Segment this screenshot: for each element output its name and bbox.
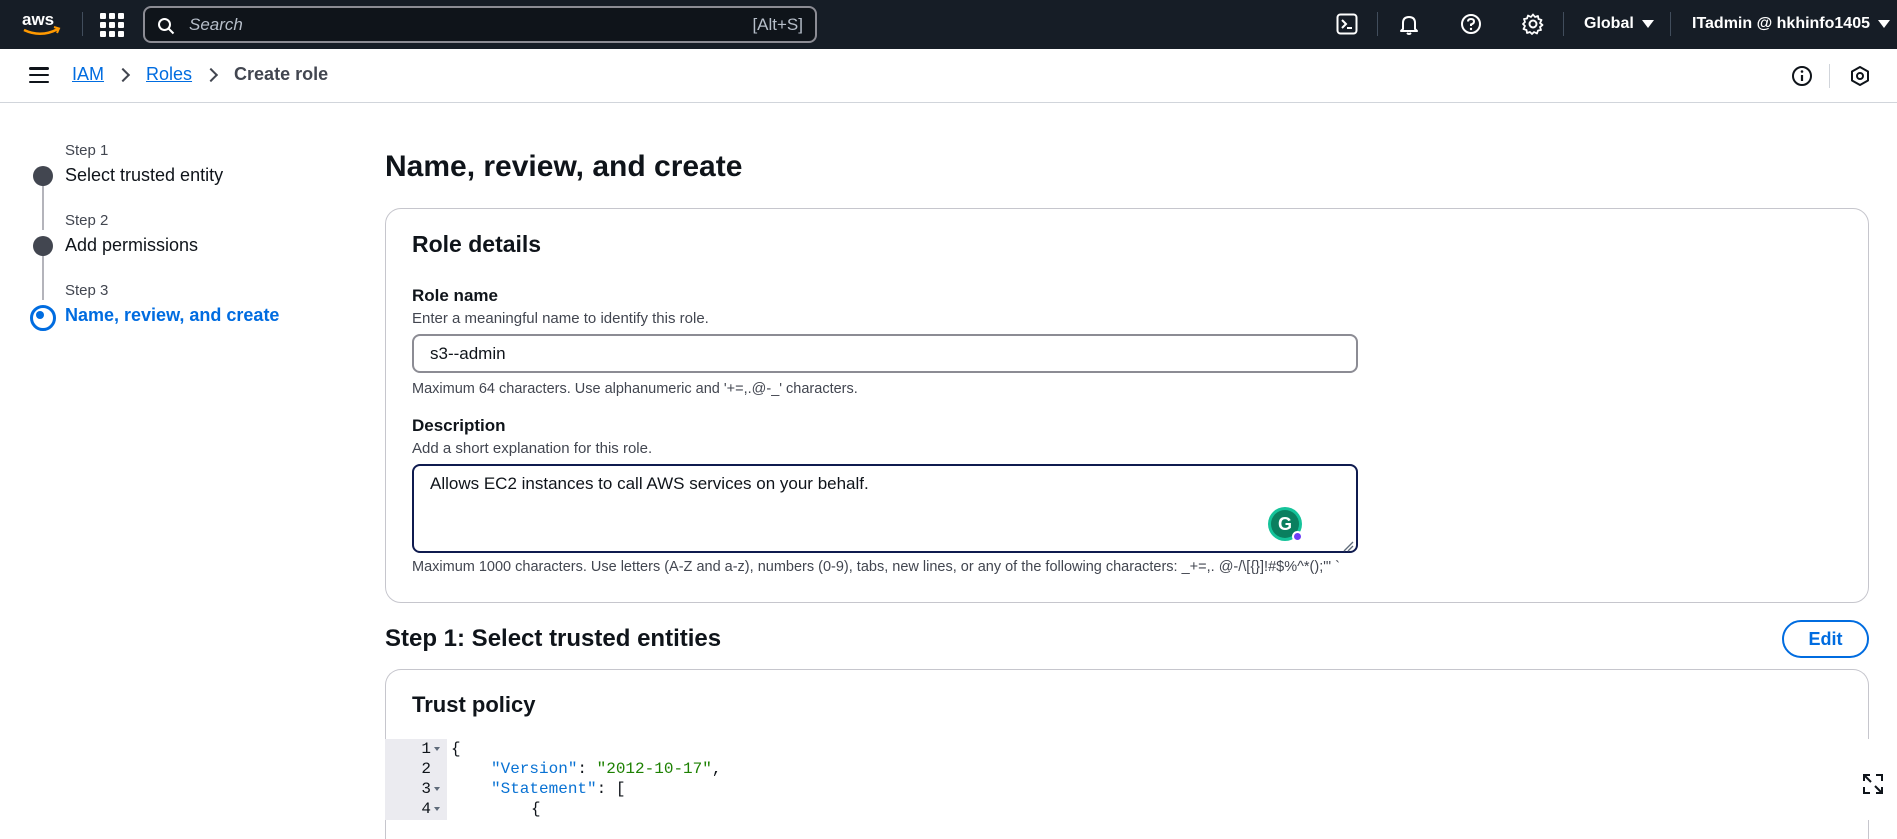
- code-text: {: [531, 800, 541, 818]
- expand-arrows-icon[interactable]: [1860, 771, 1886, 797]
- breadcrumb-current: Create role: [234, 64, 329, 84]
- region-selector[interactable]: Global: [1584, 15, 1654, 33]
- step-1-indicator: [33, 166, 53, 186]
- search-bar[interactable]: [Alt+S]: [143, 6, 817, 43]
- step-3-label: Step 3: [65, 282, 109, 299]
- role-name-hint: Maximum 64 characters. Use alphanumeric …: [412, 381, 858, 397]
- json-string: "2012-10-17": [596, 760, 712, 778]
- nav-divider: [1377, 12, 1378, 36]
- code-line: 4 {: [385, 800, 1869, 820]
- breadcrumb-link-roles[interactable]: Roles: [146, 64, 192, 85]
- fold-caret-icon[interactable]: [434, 787, 440, 791]
- services-grid-icon[interactable]: [100, 13, 124, 37]
- code-line: 3 "Statement": [: [385, 780, 1869, 800]
- search-shortcut: [Alt+S]: [752, 15, 803, 34]
- description-textarea[interactable]: Allows EC2 instances to call AWS service…: [412, 464, 1358, 553]
- fold-caret-icon[interactable]: [434, 807, 440, 811]
- resize-grip-icon[interactable]: [1342, 540, 1354, 552]
- step-3-title: Name, review, and create: [65, 305, 280, 325]
- aws-logo-icon[interactable]: aws: [22, 9, 62, 39]
- page-title: Name, review, and create: [385, 150, 743, 183]
- code-line: 2 "Version": "2012-10-17",: [385, 760, 1869, 780]
- breadcrumb: IAM Roles Create role: [72, 64, 328, 85]
- trust-policy-code-editor[interactable]: 1 { 2 "Version": "2012-10-17", 3 "Statem…: [385, 739, 1869, 820]
- role-name-description: Enter a meaningful name to identify this…: [412, 310, 709, 327]
- hexagon-settings-icon[interactable]: [1848, 64, 1872, 88]
- search-icon: [158, 18, 175, 35]
- role-name-input[interactable]: [412, 334, 1358, 373]
- step1-section-title: Step 1: Select trusted entities: [385, 625, 722, 652]
- line-number: 3: [421, 780, 431, 798]
- code-text: "Statement": [: [491, 780, 625, 798]
- description-hint: Maximum 1000 characters. Use letters (A-…: [412, 559, 1340, 575]
- role-details-card: Role details Role name Enter a meaningfu…: [385, 208, 1869, 603]
- info-icon[interactable]: [1790, 64, 1814, 88]
- nav-divider: [1563, 12, 1564, 36]
- cloudshell-icon[interactable]: [1335, 12, 1359, 36]
- nav-divider: [1670, 12, 1671, 36]
- top-navigation: aws [Alt+S] Global ITadmin @ hkhinfo14: [0, 0, 1897, 49]
- notifications-bell-icon[interactable]: [1397, 12, 1421, 36]
- trust-policy-title: Trust policy: [412, 692, 536, 717]
- search-input[interactable]: [189, 12, 689, 37]
- settings-gear-icon[interactable]: [1521, 12, 1545, 36]
- line-number: 2: [421, 760, 431, 778]
- breadcrumb-bar: IAM Roles Create role: [0, 49, 1897, 103]
- edit-trusted-entities-button[interactable]: Edit: [1782, 620, 1869, 658]
- fold-caret-icon[interactable]: [434, 747, 440, 751]
- step-3-indicator-active: [30, 305, 56, 331]
- account-menu[interactable]: ITadmin @ hkhinfo1405: [1692, 15, 1890, 33]
- grammarly-status-dot: [1292, 531, 1303, 542]
- menu-hamburger-icon[interactable]: [29, 67, 49, 83]
- code-line: 1 {: [385, 740, 1869, 760]
- region-label: Global: [1584, 15, 1634, 32]
- breadcrumb-link-iam[interactable]: IAM: [72, 64, 104, 85]
- account-label: ITadmin @ hkhinfo1405: [1692, 15, 1870, 32]
- description-help: Add a short explanation for this role.: [412, 440, 653, 457]
- wizard-steps: Step 1 Select trusted entity Step 2 Add …: [0, 103, 360, 820]
- caret-down-icon: [1641, 20, 1654, 28]
- help-icon[interactable]: [1459, 12, 1483, 36]
- chevron-right-icon: [115, 67, 131, 82]
- role-name-label: Role name: [412, 286, 498, 305]
- caret-down-icon: [1878, 20, 1890, 28]
- step-2-label: Step 2: [65, 212, 109, 229]
- step-1-label: Step 1: [65, 142, 109, 159]
- chevron-right-icon: [203, 67, 219, 82]
- line-number: 4: [421, 800, 431, 818]
- json-key: "Version": [491, 760, 578, 778]
- json-key: "Statement": [491, 780, 597, 798]
- nav-divider: [1829, 64, 1830, 88]
- code-text: {: [451, 740, 461, 758]
- nav-divider: [82, 12, 83, 36]
- step-2-indicator: [33, 236, 53, 256]
- description-label: Description: [412, 416, 506, 435]
- json-punct: : [: [596, 780, 626, 798]
- role-details-title: Role details: [412, 231, 542, 257]
- step-2-title[interactable]: Add permissions: [65, 235, 198, 256]
- code-text: "Version": "2012-10-17",: [491, 760, 722, 778]
- step-1-title[interactable]: Select trusted entity: [65, 165, 223, 186]
- line-number: 1: [421, 740, 431, 758]
- aws-logo-text: aws: [22, 10, 54, 29]
